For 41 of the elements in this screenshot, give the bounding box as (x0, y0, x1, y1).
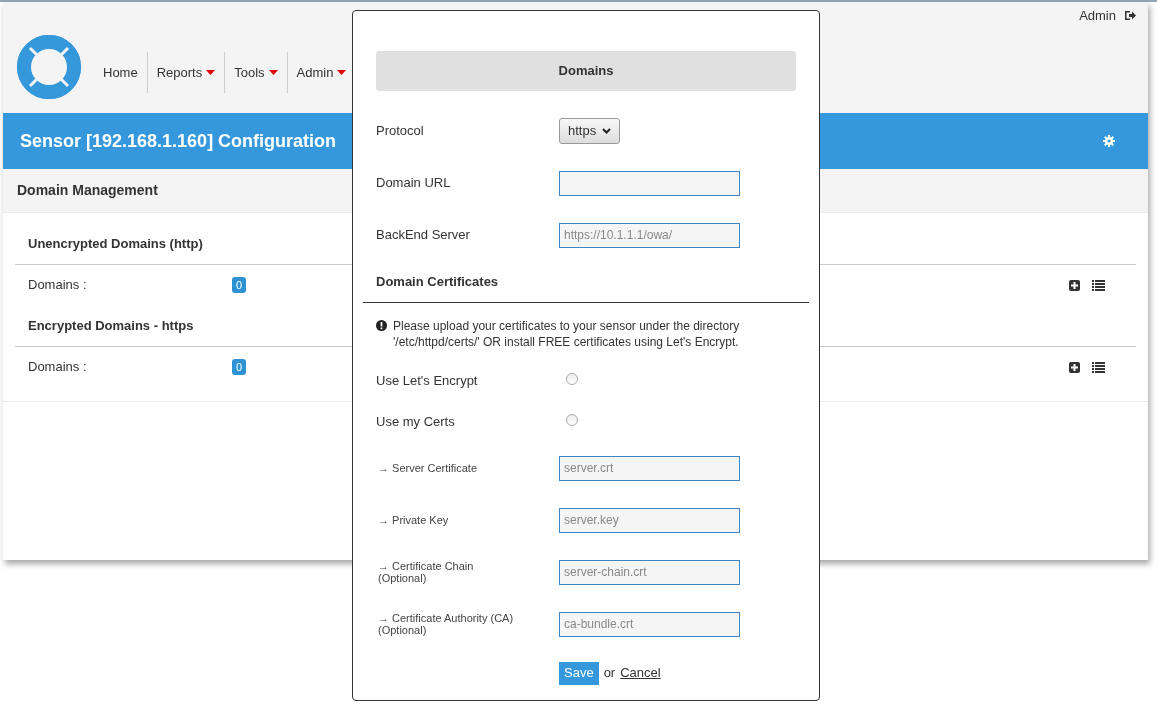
field-label: BackEnd Server (376, 226, 471, 245)
user-name[interactable]: Admin (1079, 6, 1116, 26)
option-label: Use my Certs (376, 412, 456, 431)
settings-icon[interactable] (1103, 135, 1115, 147)
add-icon[interactable] (1069, 361, 1080, 373)
count-badge: 0 (232, 277, 247, 293)
lifebuoy-logo (17, 35, 81, 99)
list-icon[interactable] (1092, 279, 1105, 291)
or-text: or (603, 664, 616, 683)
list-icon[interactable] (1092, 361, 1105, 373)
field-label: → Certificate Authority (CA) (Optional) (377, 612, 515, 636)
row-label: Domains : (28, 358, 88, 377)
text-field[interactable]: server.key (559, 507, 740, 533)
page-title: Sensor [192.168.1.160] Configuration (20, 129, 337, 153)
text-field[interactable]: ca-bundle.crt (559, 611, 740, 637)
field-label: → Server Certificate (377, 462, 479, 474)
count-badge: 0 (232, 359, 247, 375)
chevron-down-icon (602, 128, 612, 134)
field-label: Protocol (376, 122, 425, 141)
text-field[interactable]: server-chain.crt (559, 559, 740, 585)
radio-button[interactable] (566, 372, 578, 385)
nav-menu-item[interactable]: Home (103, 52, 147, 93)
cancel-link[interactable]: Cancel (620, 663, 661, 683)
row-label: Domains : (28, 276, 88, 295)
radio-button[interactable] (566, 413, 578, 426)
nav-menu-item[interactable]: Reports (146, 52, 225, 93)
info-note: Please upload your certificates to your sensor under the directory '/etc/httpd/certs/' OR install FREE certificates using Let's Encrypt. (393, 318, 741, 350)
text-field[interactable]: server.crt (559, 455, 740, 481)
exclamation-icon (376, 320, 387, 331)
section-heading: Domain Certificates (376, 272, 499, 291)
field-label: → Certificate Chain (Optional) (377, 560, 475, 584)
option-label: Use Let's Encrypt (376, 371, 479, 390)
text-field[interactable]: https://10.1.1.1/owa/ (559, 222, 740, 248)
dialog-title: Domains (558, 62, 614, 81)
field-label: → Private Key (377, 514, 450, 526)
add-icon[interactable] (1069, 279, 1080, 291)
sign-out-icon[interactable] (1124, 10, 1136, 22)
nav-menu-item[interactable]: Tools (224, 52, 287, 93)
section-title: Domain Management (17, 181, 158, 200)
protocol-select[interactable]: https (559, 118, 621, 144)
field-label: Domain URL (376, 174, 452, 193)
